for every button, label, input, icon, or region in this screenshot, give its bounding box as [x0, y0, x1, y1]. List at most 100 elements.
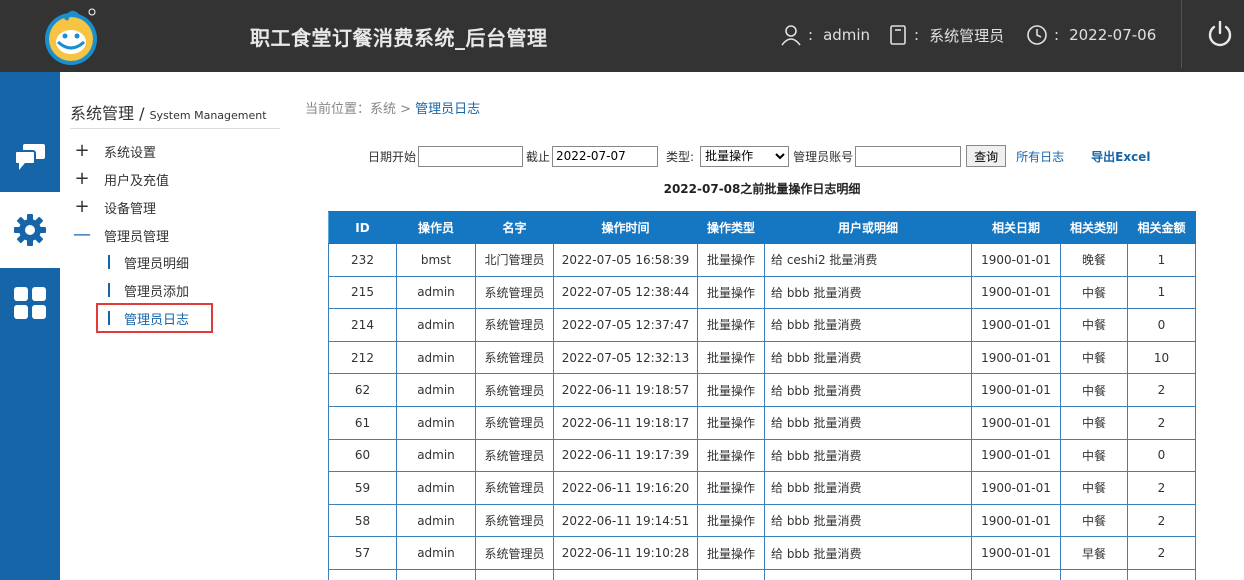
sidebar: 系统管理 / System Management + 系统设置 + 用户及充值 …: [60, 72, 280, 580]
cell-time: 2022-07-05 12:32:13: [553, 340, 698, 375]
user-icon: [781, 25, 801, 46]
cell-name: 系统管理员: [475, 536, 554, 570]
cell-detail: 给 bbb 批量消费: [764, 275, 972, 310]
cell-date: 1900-01-01: [971, 471, 1061, 505]
cell-category: 中餐: [1060, 340, 1128, 375]
cell-operator: admin: [396, 471, 476, 505]
cell-detail: 给 ceshi2 批量消费: [764, 243, 972, 277]
cell-type: 批量操作: [697, 243, 765, 277]
cell-date: 1900-01-01: [971, 503, 1061, 538]
breadcrumb: 当前位置：系统 > 管理员日志: [305, 98, 480, 117]
header-divider: [1181, 0, 1182, 68]
cell-time: 2022-06-11 19:16:20: [553, 471, 698, 505]
table-row: 59 admin 系统管理员 2022-06-11 19:16:20 批量操作给 bbb…: [328, 471, 1196, 505]
cell-time: 2022-06-11 19:17:39: [553, 438, 698, 473]
cell-detail: 给 bbb 批量消费: [764, 438, 972, 473]
current-role: : 系统管理员: [888, 22, 1004, 48]
cell-amount: 2: [1127, 471, 1196, 505]
current-date: : 2022-07-06: [1026, 22, 1156, 48]
menu-users-recharge[interactable]: + 用户及充值: [70, 168, 169, 190]
breadcrumb-current[interactable]: 管理员日志: [415, 102, 480, 117]
menu-system-settings[interactable]: + 系统设置: [70, 140, 156, 162]
logout-button[interactable]: [1202, 16, 1238, 52]
table-row: 60 admin 系统管理员 2022-06-11 19:17:39 批量操作给 bbb…: [328, 438, 1196, 473]
cell-amount: 2: [1127, 503, 1196, 538]
cell-time: 2022-06-11 19:18:17: [553, 405, 698, 440]
cell-operator: admin: [396, 503, 476, 538]
cell-id: 62: [328, 373, 397, 407]
message-icon: [14, 144, 45, 170]
table-row: 61 admin 系统管理员 2022-06-11 19:18:17 批量操作给 bbb…: [328, 405, 1196, 440]
power-icon: [1208, 20, 1232, 47]
cell-amount: 2: [1127, 373, 1196, 407]
rail-messages[interactable]: [0, 119, 60, 195]
cell-id: 61: [328, 405, 397, 440]
cell-amount: 2: [1127, 536, 1196, 570]
cell-id: 214: [328, 308, 397, 342]
end-date-input[interactable]: [552, 145, 659, 167]
cell-operator: bmst: [396, 243, 476, 277]
colon: :: [914, 26, 920, 44]
submenu-label: 管理员添加: [124, 284, 190, 300]
start-date-input[interactable]: [418, 145, 524, 167]
cell-name: 系统管理员: [475, 340, 554, 375]
account-input[interactable]: [855, 145, 962, 167]
cell-operator: admin: [396, 308, 476, 342]
type-select[interactable]: 批量操作: [700, 145, 790, 167]
cell-type: [697, 568, 765, 580]
cell-time: [553, 568, 698, 580]
cell-category: 中餐: [1060, 405, 1128, 440]
rail-settings[interactable]: [0, 192, 60, 268]
cell-date: 1900-01-01: [971, 536, 1061, 570]
cell-time: 2022-06-11 19:18:57: [553, 373, 698, 407]
cell-detail: 给 bbb 批量消费: [764, 308, 972, 342]
export-excel-link[interactable]: 导出Excel: [1091, 148, 1150, 165]
cell-name: 系统管理员: [475, 503, 554, 538]
cell-operator: admin: [396, 405, 476, 440]
cell-category: [1060, 568, 1128, 580]
cell-time: 2022-07-05 12:37:47: [553, 308, 698, 342]
rail-apps[interactable]: [0, 265, 60, 341]
cell-operator: admin: [396, 536, 476, 570]
app-logo-icon: [42, 6, 100, 66]
icon-rail: [0, 72, 60, 580]
role-name: 系统管理员: [929, 26, 1005, 45]
cell-date: 1900-01-01: [971, 373, 1061, 407]
menu-label: 系统设置: [104, 145, 157, 161]
cell-category: 晚餐: [1060, 243, 1128, 277]
cell-date: 1900-01-01: [971, 405, 1061, 440]
menu-admin-management[interactable]: — 管理员管理: [70, 224, 169, 246]
cell-name: 北门管理员: [475, 243, 554, 277]
col-header-time: 操作时间: [553, 211, 698, 244]
cell-detail: 给 bbb 批量消费: [764, 340, 972, 375]
all-logs-link[interactable]: 所有日志: [1016, 148, 1064, 165]
table-body: 232 bmst 北门管理员 2022-07-05 16:58:39 批量操作给 ces…: [328, 243, 1196, 580]
cell-category: 中餐: [1060, 308, 1128, 342]
query-button[interactable]: 查询: [966, 145, 1007, 167]
type-label: 类型:: [666, 149, 695, 164]
cell-detail: 给 bbb 批量消费: [764, 503, 972, 538]
cell-time: 2022-07-05 16:58:39: [553, 243, 698, 277]
cell-time: 2022-06-11 19:10:28: [553, 536, 698, 570]
table-header-row: ID 操作员 名字 操作时间 操作类型 用户或明细 相关日期 相关类别 相关金额: [328, 211, 1196, 244]
cell-category: 中餐: [1060, 373, 1128, 407]
col-header-id: ID: [328, 211, 397, 244]
cell-time: 2022-06-11 19:14:51: [553, 503, 698, 538]
menu-label: 管理员管理: [104, 229, 170, 245]
submenu-admin-add[interactable]: 管理员添加: [108, 279, 189, 301]
selection-highlight: [96, 303, 213, 333]
top-header: 职工食堂订餐消费系统_后台管理 : admin : 系统管理员 : 2022-0…: [0, 0, 1244, 72]
cell-category: 中餐: [1060, 503, 1128, 538]
cell-amount: 2: [1127, 405, 1196, 440]
bullet-bar: [108, 283, 110, 297]
menu-label: 用户及充值: [104, 173, 170, 189]
submenu-admin-details[interactable]: 管理员明细: [108, 251, 189, 273]
cell-name: 系统管理员: [475, 471, 554, 505]
cell-operator: [396, 568, 476, 580]
table-row: 215 admin 系统管理员 2022-07-05 12:38:44 批量操作给 bb…: [328, 275, 1196, 310]
current-user: : admin: [780, 22, 870, 48]
menu-device-management[interactable]: + 设备管理: [70, 196, 156, 218]
col-header-detail: 用户或明细: [764, 211, 972, 244]
clock-icon: [1027, 25, 1047, 45]
cell-type: 批量操作: [697, 275, 765, 310]
